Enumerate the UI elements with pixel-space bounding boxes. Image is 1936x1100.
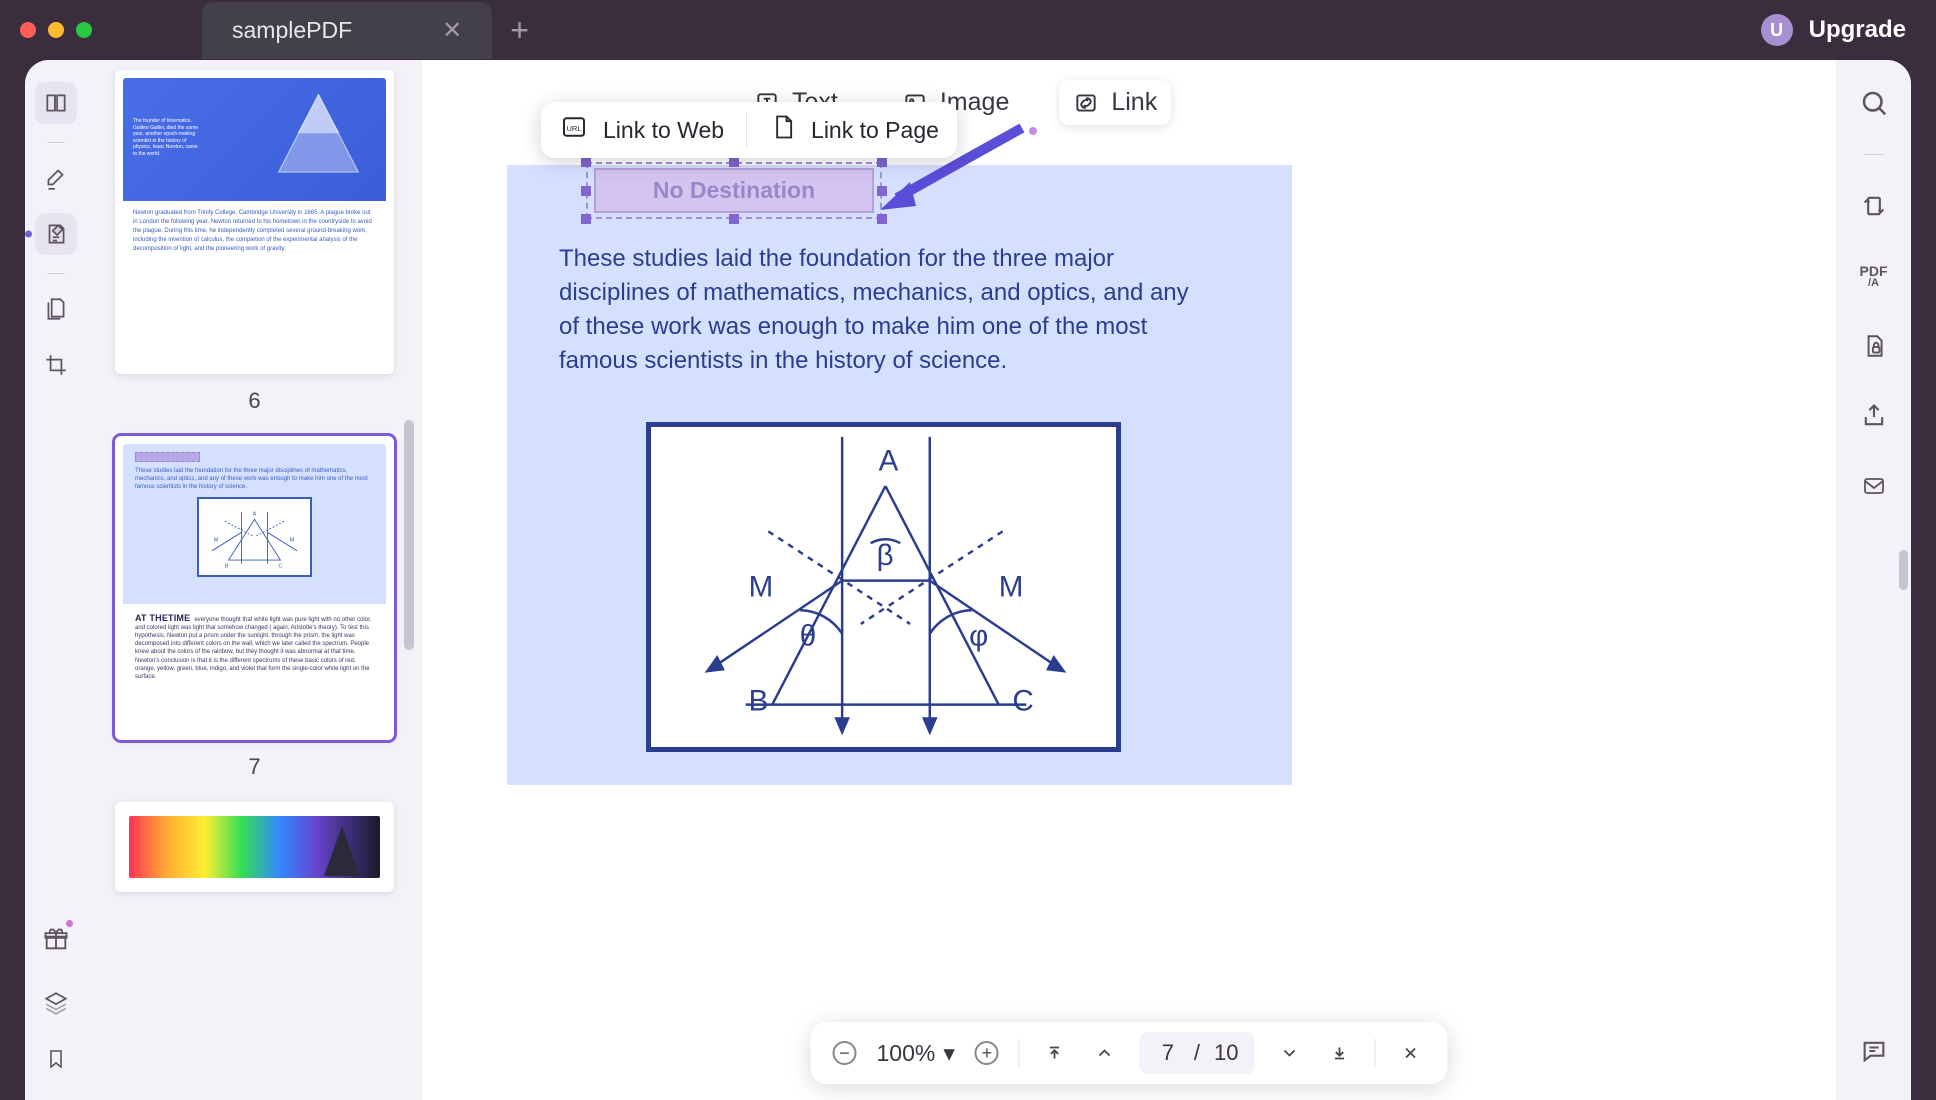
page-icon [769,112,797,148]
indicator-dot [1029,127,1037,135]
label-M2: M [999,570,1024,603]
sidebar-edit-icon[interactable] [35,213,77,255]
thumb7-body: AT THETIMEeveryone thought that white li… [123,604,386,689]
search-icon[interactable] [1855,84,1893,122]
divider [746,113,747,147]
svg-text:URL: URL [566,124,581,133]
sidebar-highlight-icon[interactable] [35,157,77,199]
divider [1864,154,1884,155]
tab-close-icon[interactable]: ✕ [442,16,462,45]
upgrade-area[interactable]: U Upgrade [1761,14,1906,46]
label-A: A [879,444,899,477]
url-icon: URL [559,112,589,148]
rotate-icon[interactable] [1855,187,1893,225]
thumb7-text: These studies laid the foundation for th… [135,467,374,491]
label-B: B [749,685,769,718]
sidebar-gift-icon[interactable] [35,918,77,960]
thumbnail-panel: The founder of kinematics. Galileo Galil… [87,60,422,1100]
thumb6-body: Newton graduated from Trinity College, C… [123,201,386,262]
bottom-toolbar: − 100% ▾ + / 10 [811,1022,1448,1084]
page-text[interactable]: These studies laid the foundation for th… [559,242,1199,378]
page-indicator: / 10 [1140,1032,1255,1074]
resize-handle[interactable] [581,214,591,224]
thumbnail-7[interactable]: These studies laid the foundation for th… [115,436,394,780]
label-C: C [1012,685,1033,718]
link-to-web[interactable]: URL Link to Web [559,112,724,148]
tab-samplepdf[interactable]: samplePDF ✕ [202,2,492,59]
divider [1374,1039,1375,1067]
thumb8-image [129,816,380,878]
resize-handle[interactable] [729,157,739,167]
resize-handle[interactable] [581,157,591,167]
mail-icon[interactable] [1855,467,1893,505]
sidebar-layers-icon[interactable] [35,982,77,1024]
resize-handle[interactable] [877,157,887,167]
close-toolbar-button[interactable] [1395,1038,1425,1068]
upgrade-label: Upgrade [1809,16,1906,44]
tool-link[interactable]: Link [1059,80,1171,125]
window-maximize[interactable] [76,22,92,38]
pdfa-icon[interactable]: PDF/A [1855,257,1893,295]
avatar: U [1761,14,1793,46]
notification-dot [66,920,73,927]
sidebar-crop-icon[interactable] [35,344,77,386]
thumb6-caption: The founder of kinematics. Galileo Galil… [133,118,203,157]
label-M1: M [749,570,774,603]
zoom-level[interactable]: 100% ▾ [877,1040,955,1067]
resize-handle[interactable] [877,186,887,196]
link-annotation-box[interactable]: No Destination [594,168,874,213]
sidebar-reader-icon[interactable] [35,82,77,124]
first-page-button[interactable] [1040,1038,1070,1068]
svg-text:A: A [253,512,257,518]
thumb7-link-placeholder [135,452,200,462]
lock-page-icon[interactable] [1855,327,1893,365]
link-to-page[interactable]: Link to Page [769,112,939,148]
share-icon[interactable] [1855,397,1893,435]
page-input[interactable] [1156,1040,1180,1066]
divider [47,273,65,274]
main-scrollbar[interactable] [1899,550,1908,590]
prism-diagram: A M M β θ φ B C [646,422,1121,752]
sidebar-pages-icon[interactable] [35,288,77,330]
link-icon [1073,90,1099,116]
next-page-button[interactable] [1274,1038,1304,1068]
label-theta: θ [800,620,816,653]
divider [47,142,65,143]
thumbnail-8[interactable] [115,802,394,892]
title-bar: samplePDF ✕ + U Upgrade [0,0,1936,60]
traffic-lights [20,22,92,38]
resize-handle[interactable] [581,186,591,196]
svg-text:M: M [214,538,219,544]
thumb6-number: 6 [115,388,394,414]
sidebar-bookmark-icon[interactable] [35,1038,77,1080]
label-beta: β [877,539,894,572]
resize-handle[interactable] [877,214,887,224]
active-indicator [25,231,32,238]
page-content: Text Image Link URL Link to Web Link to … [422,60,1836,1100]
left-sidebar [25,60,87,1100]
prev-page-button[interactable] [1090,1038,1120,1068]
tab-title: samplePDF [232,17,352,44]
chevron-down-icon: ▾ [943,1040,955,1067]
svg-text:B: B [225,564,229,570]
total-pages: 10 [1214,1040,1238,1066]
thumb7-diagram: A B C M M [197,497,312,577]
resize-handle[interactable] [729,214,739,224]
link-submenu: URL Link to Web Link to Page [541,102,957,158]
label-phi: φ [969,620,988,653]
zoom-out-button[interactable]: − [833,1041,857,1065]
thumb7-number: 7 [115,754,394,780]
thumb-scrollbar[interactable] [404,420,414,650]
thumbnail-6[interactable]: The founder of kinematics. Galileo Galil… [115,70,394,414]
svg-text:C: C [279,564,283,570]
zoom-in-button[interactable]: + [975,1041,999,1065]
comment-icon[interactable] [1855,1032,1893,1070]
window-close[interactable] [20,22,36,38]
last-page-button[interactable] [1324,1038,1354,1068]
window-minimize[interactable] [48,22,64,38]
main-window: The founder of kinematics. Galileo Galil… [25,60,1911,1100]
divider [1019,1039,1020,1067]
new-tab-button[interactable]: + [510,12,529,49]
svg-text:M: M [290,538,295,544]
